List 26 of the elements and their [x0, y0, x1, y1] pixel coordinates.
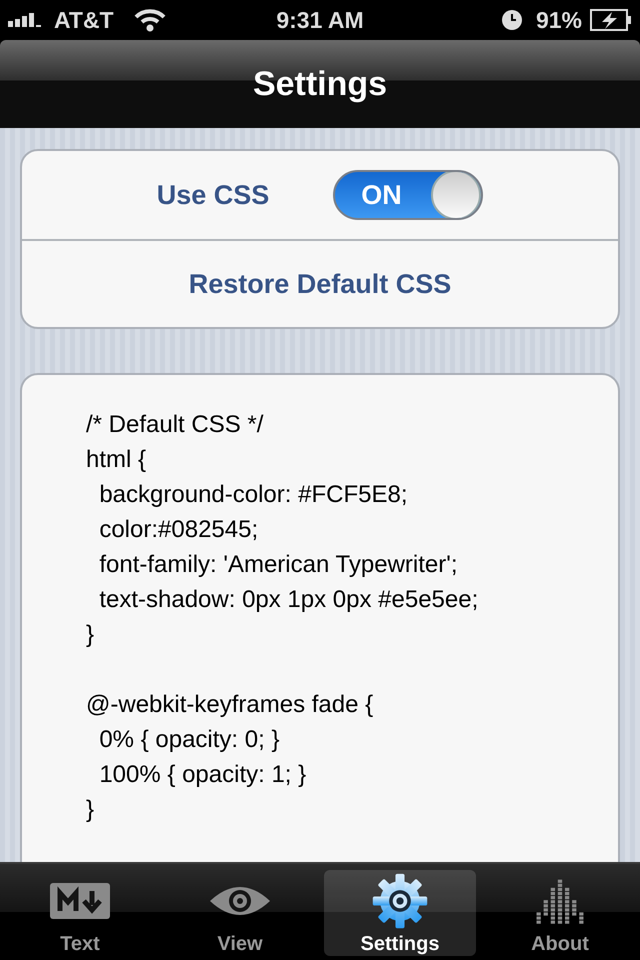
toggle-switch[interactable]: ON: [333, 170, 484, 220]
code-line: text-shadow: 0px 1px 0px #e5e5ee;: [98, 585, 480, 615]
screen-title: Settings: [252, 64, 388, 104]
wifi-icon: [134, 8, 166, 32]
clock-icon: [502, 10, 522, 30]
code-line: font-family: 'American Typewriter';: [98, 550, 458, 580]
code-line: }: [86, 795, 96, 825]
code-line: /* Default CSS */: [86, 410, 264, 440]
code-line: 0% { opacity: 0; }: [98, 725, 280, 755]
code-line: 100% { opacity: 1; }: [98, 760, 308, 790]
clock-time: 9:31 AM: [276, 6, 364, 34]
css-editor[interactable]: [20, 373, 620, 862]
code-line: color:#082545;: [98, 515, 260, 545]
battery-percent: 91%: [536, 6, 582, 34]
battery-charging-icon: [590, 9, 632, 31]
setting-label: Use CSS: [156, 180, 270, 210]
code-line: }: [86, 620, 96, 650]
code-line: @-webkit-keyframes fade {: [86, 690, 374, 720]
tab[interactable]: Text: [4, 870, 156, 956]
restore-default-button[interactable]: Restore Default CSS: [22, 239, 618, 327]
carrier-name: AT&T: [54, 6, 114, 34]
tab[interactable]: View: [164, 870, 316, 956]
code-line: background-color: #FCF5E8;: [98, 480, 408, 510]
tab[interactable]: Settings: [324, 870, 476, 956]
tab[interactable]: About: [484, 870, 636, 956]
code-line: html {: [86, 445, 148, 475]
